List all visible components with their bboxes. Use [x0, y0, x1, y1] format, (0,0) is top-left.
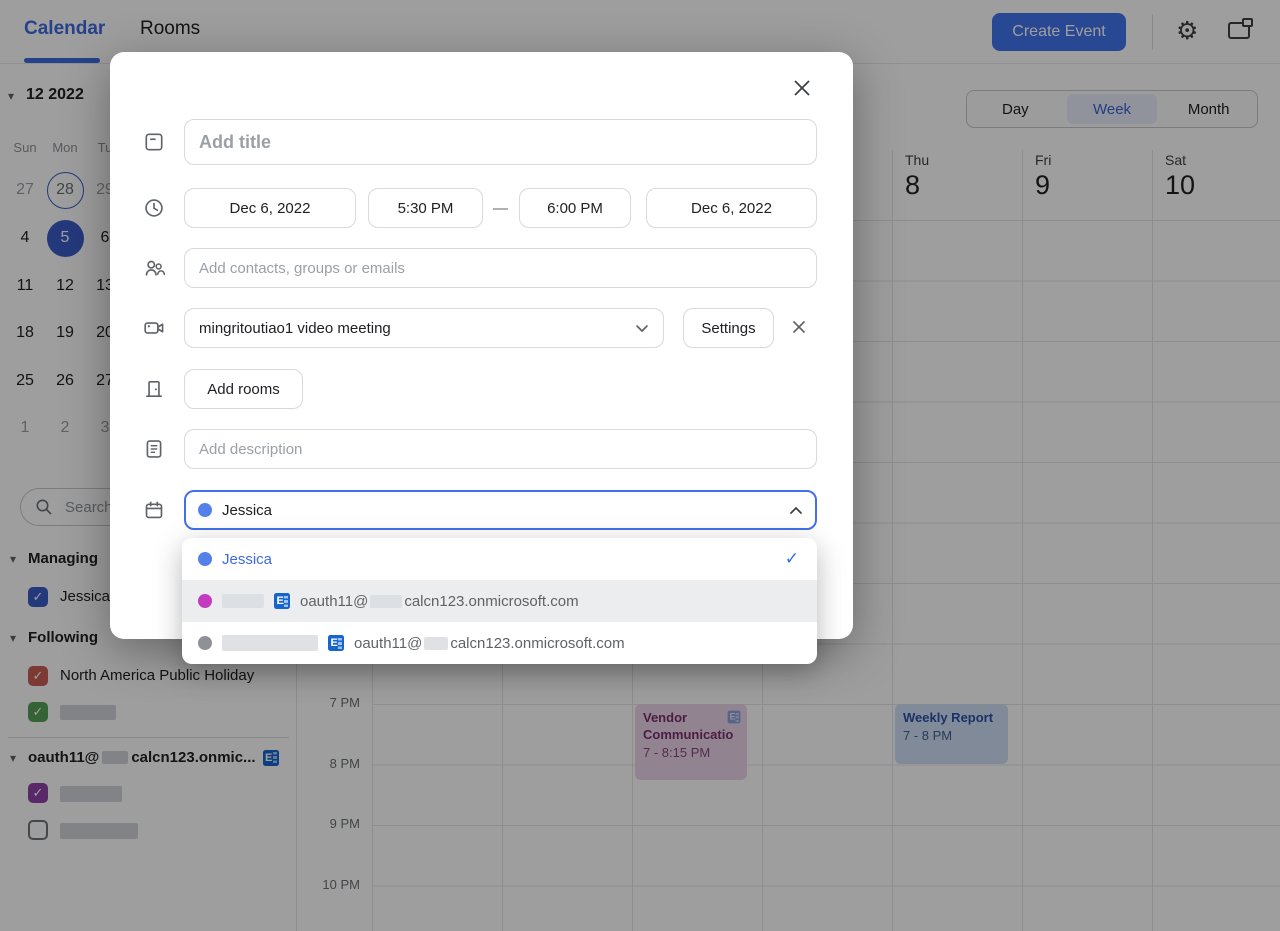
redacted-name: [222, 635, 318, 651]
start-time-button[interactable]: 5:30 PM: [368, 188, 483, 228]
video-meeting-value: mingritoutiao1 video meeting: [199, 319, 391, 337]
clock-icon: [145, 199, 163, 217]
end-time-button[interactable]: 6:00 PM: [519, 188, 631, 228]
video-settings-button[interactable]: Settings: [683, 308, 774, 348]
description-input[interactable]: [184, 429, 817, 469]
rooms-icon: [146, 381, 162, 397]
dropdown-option-exchange-1[interactable]: E oauth11@ calcn123.onmicrosoft.com: [182, 580, 817, 622]
exchange-icon: E: [328, 635, 344, 651]
calendar-select-icon: [145, 501, 163, 519]
event-title-icon: [145, 133, 163, 151]
dropdown-option-label: Jessica: [222, 550, 273, 568]
chevron-up-icon: [790, 506, 802, 514]
calendar-color-dot: [198, 503, 212, 517]
calendar-app: Calendar Rooms Create Event ⚙ ▾ 12 2022 …: [0, 0, 1280, 931]
contacts-input[interactable]: [184, 248, 817, 288]
exchange-icon: E: [274, 593, 290, 609]
calendar-color-dot: [198, 636, 212, 650]
check-icon: ✓: [784, 549, 799, 568]
time-range-dash: —: [493, 200, 508, 217]
calendar-select-value: Jessica: [222, 501, 273, 519]
dropdown-option-email: oauth11@ calcn123.onmicrosoft.com: [300, 592, 579, 610]
title-input[interactable]: [184, 119, 817, 165]
add-rooms-button[interactable]: Add rooms: [184, 369, 303, 409]
contacts-icon: [145, 260, 165, 276]
description-icon: [146, 440, 162, 458]
remove-video-icon[interactable]: [791, 319, 807, 340]
dropdown-option-exchange-2[interactable]: E oauth11@ calcn123.onmicrosoft.com: [182, 622, 817, 664]
video-meeting-icon: [144, 322, 164, 334]
video-meeting-select[interactable]: mingritoutiao1 video meeting: [184, 308, 664, 348]
close-icon[interactable]: [788, 74, 816, 102]
calendar-color-dot: [198, 552, 212, 566]
calendar-select[interactable]: Jessica: [184, 490, 817, 530]
dropdown-option-jessica[interactable]: Jessica ✓: [182, 538, 817, 580]
dropdown-option-email: oauth11@ calcn123.onmicrosoft.com: [354, 634, 625, 652]
end-date-button[interactable]: Dec 6, 2022: [646, 188, 817, 228]
redacted-name: [222, 594, 264, 608]
calendar-dropdown: Jessica ✓ E oauth11@ calcn123.onmicrosoft…: [182, 538, 817, 664]
start-date-button[interactable]: Dec 6, 2022: [184, 188, 356, 228]
calendar-color-dot: [198, 594, 212, 608]
chevron-down-icon: [636, 324, 648, 332]
